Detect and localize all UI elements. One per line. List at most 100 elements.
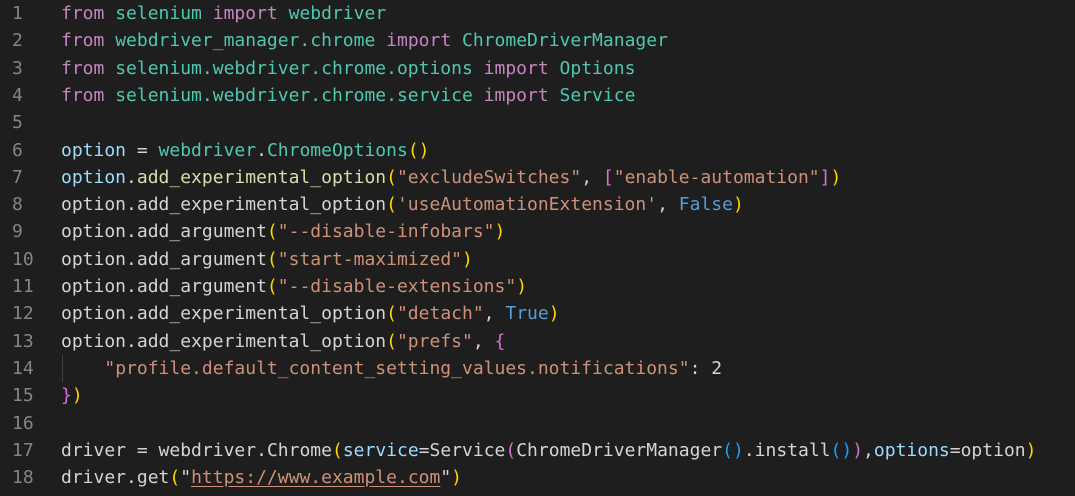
code-text[interactable]: option.add_experimental_option("excludeS…: [61, 164, 841, 191]
code-line-9[interactable]: 9 option.add_argument("--disable-infobars…: [0, 218, 1075, 245]
code-text[interactable]: option.add_argument("--disable-extension…: [61, 273, 527, 300]
code-text[interactable]: from selenium.webdriver.chrome.options i…: [61, 55, 635, 82]
line-number: 4: [12, 84, 23, 106]
code-line-8[interactable]: 8 option.add_experimental_option('useAuto…: [0, 191, 1075, 218]
code-token: .: [126, 303, 137, 325]
code-token: ": [180, 467, 192, 489]
code-token: import: [483, 84, 549, 106]
code-line-6[interactable]: 6 option = webdriver.ChromeOptions(): [0, 137, 1075, 164]
code-token: =: [126, 139, 159, 161]
code-text[interactable]: from webdriver_manager.chrome import Chr…: [61, 27, 668, 54]
code-token: (): [830, 439, 853, 461]
code-text[interactable]: }): [61, 382, 83, 409]
code-token: =: [418, 439, 430, 461]
code-text[interactable]: option.add_experimental_option('useAutom…: [61, 191, 744, 218]
code-line-17[interactable]: 17 driver = webdriver.Chrome(service=Serv…: [0, 437, 1075, 464]
code-text[interactable]: "profile.default_content_setting_values.…: [61, 355, 722, 382]
line-number: 6: [12, 139, 23, 161]
code-token: options: [873, 439, 950, 461]
code-token: "enable-automation": [613, 166, 820, 188]
code-token: ): [732, 194, 744, 216]
code-token: (: [386, 166, 397, 188]
code-token: option: [61, 276, 127, 297]
code-token: add_argument: [136, 248, 267, 270]
code-text[interactable]: option.add_argument("--disable-infobars"…: [61, 218, 505, 245]
code-editor[interactable]: 1 from selenium import webdriver 2 from web…: [0, 0, 1075, 496]
code-text[interactable]: from selenium import webdriver: [61, 0, 386, 27]
code-token: [: [602, 166, 614, 188]
code-text[interactable]: option = webdriver.ChromeOptions(): [61, 137, 430, 164]
code-token: False: [678, 194, 733, 216]
code-token: install: [754, 439, 831, 461]
code-token: option: [61, 166, 127, 188]
code-line-14[interactable]: 14 "profile.default_content_setting_valu…: [0, 355, 1075, 382]
code-text[interactable]: driver.get("https://www.example.com"): [61, 464, 462, 491]
code-token: .: [126, 248, 137, 270]
code-token: Service: [559, 84, 636, 106]
code-line-3[interactable]: 3 from selenium.webdriver.chrome.options …: [0, 55, 1075, 82]
code-line-12[interactable]: 12 option.add_experimental_option("detach…: [0, 300, 1075, 327]
code-line-16[interactable]: 16: [0, 410, 1075, 437]
code-token: (: [266, 221, 278, 243]
code-token: .: [126, 330, 137, 352]
line-number: 10: [12, 248, 34, 270]
line-number: 13: [12, 330, 34, 352]
code-line-7[interactable]: 7 option.add_experimental_option("exclude…: [0, 164, 1075, 191]
code-text[interactable]: option.add_experimental_option("detach",…: [61, 300, 560, 327]
code-token: "start-maximized": [277, 248, 462, 270]
code-token: 2: [711, 357, 723, 379]
code-token: ): [830, 166, 842, 188]
code-text[interactable]: option.add_argument("start-maximized"): [61, 246, 473, 273]
code-token: ): [1025, 439, 1037, 461]
code-line-13[interactable]: 13 option.add_experimental_option("prefs"…: [0, 328, 1075, 355]
code-token: "profile.default_content_setting_values.…: [104, 357, 690, 379]
code-line-11[interactable]: 11 option.add_argument("--disable-extensi…: [0, 273, 1075, 300]
code-token: .: [126, 221, 137, 243]
code-token: "--disable-infobars": [277, 221, 495, 243]
code-token: selenium: [115, 3, 202, 24]
code-token: webdriver: [288, 3, 387, 24]
code-line-5[interactable]: 5: [0, 109, 1075, 136]
code-line-18[interactable]: 18 driver.get("https://www.example.com"): [0, 464, 1075, 491]
code-token: (: [266, 248, 278, 270]
code-text[interactable]: option.add_experimental_option("prefs", …: [61, 328, 505, 355]
code-token: webdriver: [158, 439, 257, 461]
code-token: driver: [61, 439, 127, 461]
line-number: 8: [12, 194, 23, 216]
code-token: option: [61, 139, 127, 161]
line-number: 2: [12, 30, 23, 52]
code-token: selenium.webdriver.chrome.service: [115, 84, 473, 106]
code-token: ,: [863, 439, 874, 461]
code-token: add_argument: [136, 276, 267, 297]
line-number: 15: [12, 385, 34, 407]
code-line-1[interactable]: 1 from selenium import webdriver: [0, 0, 1075, 27]
line-number: 7: [12, 166, 23, 188]
code-token: option: [61, 221, 127, 243]
code-line-10[interactable]: 10 option.add_argument("start-maximized"): [0, 246, 1075, 273]
code-token: Options: [559, 57, 636, 79]
code-token: ): [71, 385, 83, 407]
code-line-4[interactable]: 4 from selenium.webdriver.chrome.service …: [0, 82, 1075, 109]
code-token: import: [212, 3, 278, 24]
code-token: add_experimental_option: [136, 303, 387, 325]
code-token: ): [451, 467, 463, 489]
code-token: add_experimental_option: [136, 194, 387, 216]
code-text[interactable]: from selenium.webdriver.chrome.service i…: [61, 82, 635, 109]
line-number: 1: [12, 3, 23, 24]
code-token: (: [505, 439, 517, 461]
code-token: ,: [657, 194, 679, 216]
code-token: ,: [581, 166, 603, 188]
code-token: .: [126, 194, 137, 216]
code-text[interactable]: driver = webdriver.Chrome(service=Servic…: [61, 437, 1036, 464]
code-line-2[interactable]: 2 from webdriver_manager.chrome import Ch…: [0, 27, 1075, 54]
code-token: add_experimental_option: [136, 330, 387, 352]
code-token: https://www.example.com: [191, 467, 441, 489]
code-line-15[interactable]: 15}): [0, 382, 1075, 409]
